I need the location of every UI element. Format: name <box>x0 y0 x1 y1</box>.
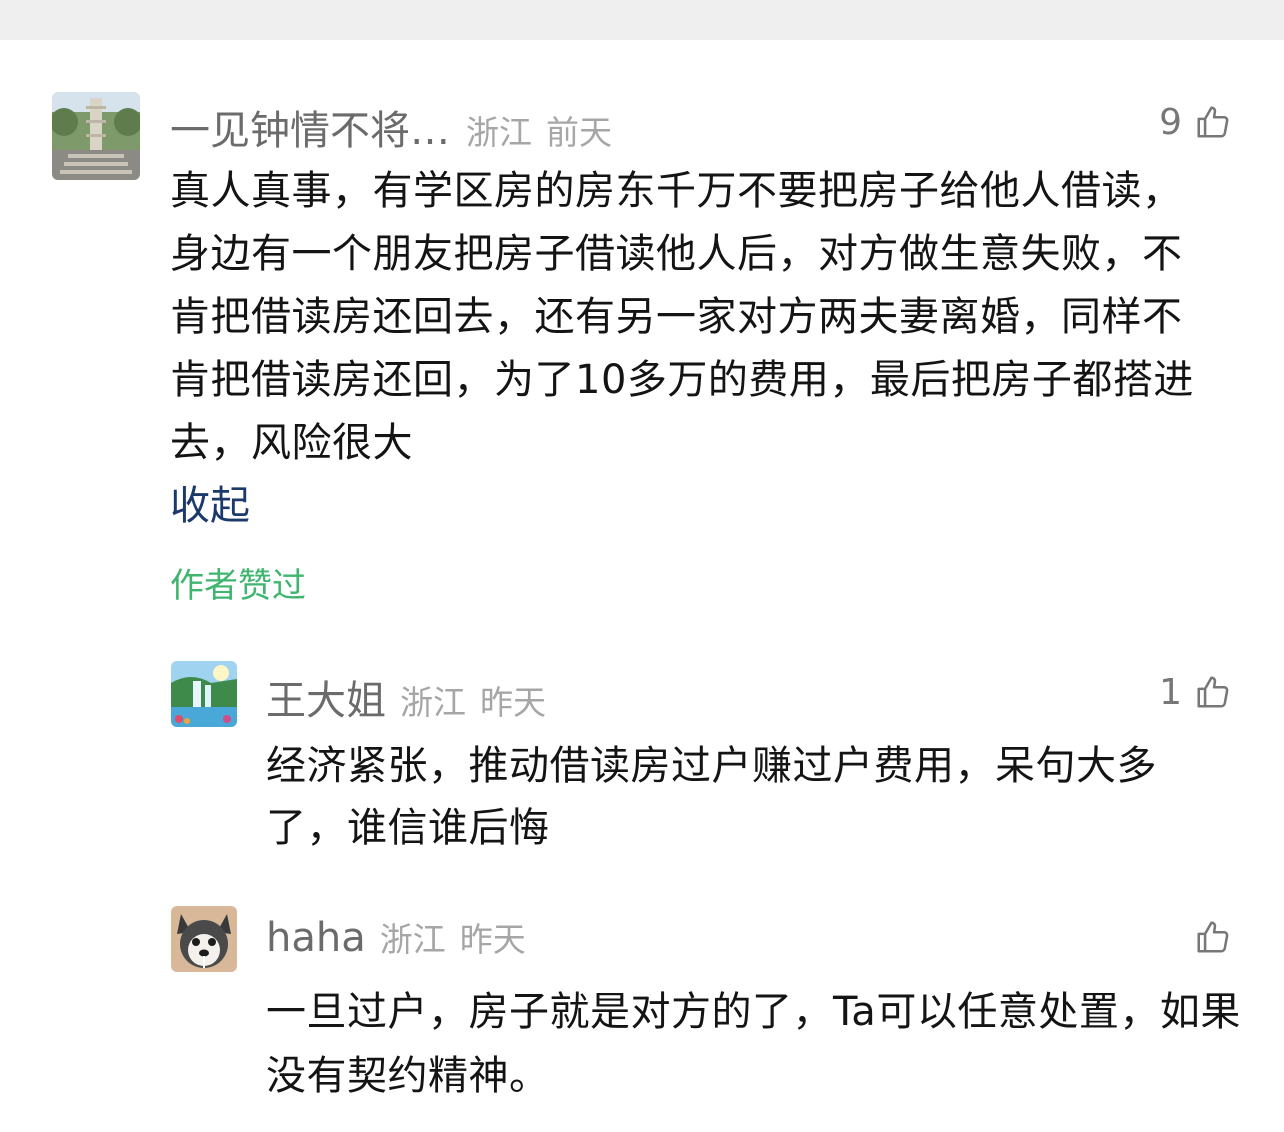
thumbs-up-icon <box>1197 676 1229 708</box>
like-count: 1 <box>1159 671 1182 713</box>
avatar[interactable] <box>52 92 140 180</box>
thumbs-up-icon <box>1197 921 1229 953</box>
username[interactable]: 王大姐 <box>266 668 386 726</box>
timestamp: 昨天 <box>480 683 546 722</box>
avatar[interactable] <box>171 906 237 972</box>
top-bar <box>0 0 1284 40</box>
author-liked-badge: 作者赞过 <box>170 566 306 606</box>
like-button[interactable]: 9 <box>1159 100 1232 144</box>
pagoda-photo-icon <box>52 92 140 180</box>
location: 浙江 <box>379 920 446 959</box>
avatar[interactable] <box>171 661 237 727</box>
reply-text: 经济紧张，推动借读房过户赚过户费用，呆句大多了，谁信谁后悔 <box>266 743 1157 851</box>
waterfall-photo-icon <box>171 661 237 727</box>
reply-text: 一旦过户，房子就是对方的了，Ta可以任意处置，如果没有契约精神。 <box>266 989 1241 1099</box>
timestamp: 前天 <box>546 113 612 152</box>
comment-text: 真人真事，有学区房的房东千万不要把房子给他人借读，身边有一个朋友把房子借读他人后… <box>170 168 1194 466</box>
reply-meta: 王大姐 浙江 昨天 <box>266 668 546 724</box>
username[interactable]: 一见钟情不将… <box>170 98 450 156</box>
like-button[interactable]: 1 <box>1159 670 1232 714</box>
husky-avatar-icon <box>171 906 237 972</box>
comment-meta: 一见钟情不将… 浙江 前天 <box>170 98 612 154</box>
username[interactable]: haha <box>266 915 366 961</box>
location: 浙江 <box>400 683 466 722</box>
reply-meta: haha 浙江 昨天 <box>266 913 526 961</box>
location: 浙江 <box>466 113 532 152</box>
thumbs-up-icon <box>1197 106 1229 138</box>
timestamp: 昨天 <box>459 920 526 959</box>
like-button[interactable] <box>1182 915 1232 959</box>
collapse-link[interactable]: 收起 <box>170 476 250 536</box>
like-count: 9 <box>1159 101 1182 143</box>
